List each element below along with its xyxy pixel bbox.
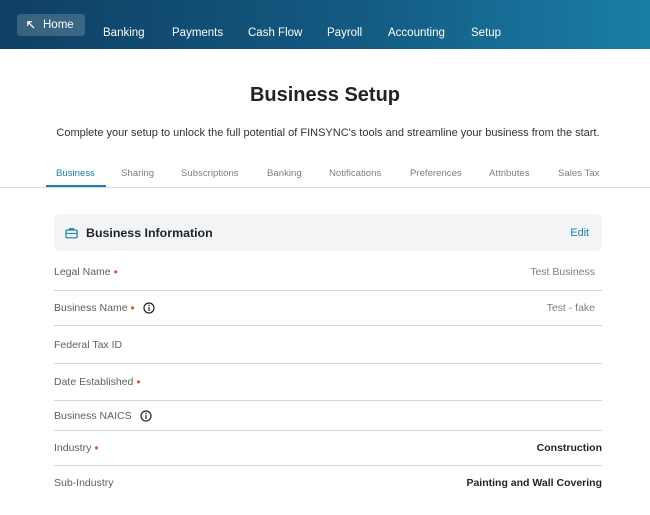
edit-button[interactable]: Edit	[570, 227, 589, 239]
nav-item-payroll[interactable]: Payroll	[327, 27, 362, 39]
nav-item-payments[interactable]: Payments	[172, 27, 223, 39]
field-row-legal-name: Legal Name • Test Business	[54, 253, 602, 291]
tab-banking[interactable]: Banking	[267, 168, 302, 179]
date-established-label: Date Established	[54, 376, 134, 388]
field-row-date-established: Date Established •	[54, 364, 602, 401]
field-row-sub-industry: Sub-Industry Painting and Wall Covering	[54, 466, 602, 500]
field-label: Industry •	[54, 442, 99, 454]
arrow-up-left-icon	[27, 21, 35, 29]
info-icon[interactable]	[140, 409, 152, 422]
tab-preferences[interactable]: Preferences	[410, 168, 462, 179]
field-row-business-name: Business Name • Test - fake	[54, 291, 602, 326]
field-label: Business NAICS	[54, 410, 152, 422]
legal-name-label: Legal Name	[54, 265, 111, 278]
info-icon[interactable]	[143, 302, 155, 314]
nav-item-banking[interactable]: Banking	[103, 27, 145, 39]
nav-item-setup[interactable]: Setup	[471, 27, 501, 39]
sub-industry-label: Sub-Industry	[54, 477, 114, 489]
tab-sharing[interactable]: Sharing	[121, 168, 154, 179]
industry-label: Industry	[54, 442, 92, 454]
required-indicator: •	[94, 441, 99, 455]
field-label: Legal Name •	[54, 266, 118, 278]
home-button-label: Home	[43, 18, 74, 31]
page-title: Business Setup	[249, 84, 401, 106]
federal-tax-id-label: Federal Tax ID	[54, 338, 123, 351]
card-title: Business Information	[86, 225, 213, 240]
business-information-header: Business Information Edit	[54, 214, 602, 251]
page-subtitle: Complete your setup to unlock the full p…	[56, 127, 600, 139]
industry-value: Construction	[536, 442, 602, 454]
tab-business[interactable]: Business	[56, 168, 95, 179]
business-name-value: Test - fake	[546, 302, 595, 314]
business-name-label: Business Name	[54, 302, 128, 314]
field-row-federal-tax-id: Federal Tax ID	[54, 326, 602, 364]
briefcase-icon	[65, 227, 78, 239]
required-indicator: •	[130, 301, 135, 315]
tab-notifications[interactable]: Notifications	[329, 168, 381, 179]
required-indicator: •	[113, 264, 118, 279]
business-naics-label: Business NAICS	[54, 409, 132, 422]
tab-attributes[interactable]: Attributes	[489, 168, 530, 179]
field-row-business-naics: Business NAICS	[54, 401, 602, 431]
active-tab-indicator	[46, 185, 106, 187]
sub-industry-value: Painting and Wall Covering	[466, 477, 602, 489]
field-label: Date Established •	[54, 376, 141, 388]
nav-item-cash-flow[interactable]: Cash Flow	[248, 27, 302, 39]
legal-name-value: Test Business	[530, 265, 595, 278]
home-button[interactable]: Home	[17, 13, 85, 36]
required-indicator: •	[136, 375, 141, 389]
tab-sales-tax[interactable]: Sales Tax	[558, 168, 599, 179]
top-nav: Home	[0, 0, 650, 49]
setup-tabs: Business Sharing Subscriptions Banking N…	[0, 160, 650, 188]
field-label: Business Name •	[54, 302, 155, 314]
tab-subscriptions[interactable]: Subscriptions	[181, 168, 239, 179]
field-row-industry: Industry • Construction	[54, 431, 602, 466]
nav-item-accounting[interactable]: Accounting	[388, 27, 445, 39]
